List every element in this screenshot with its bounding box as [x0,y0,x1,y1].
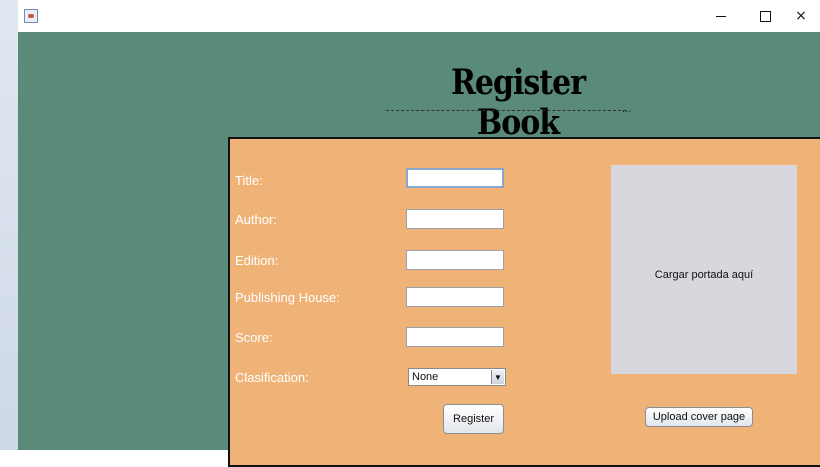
author-label: Author: [235,212,277,227]
clasification-selected-value: None [412,371,439,383]
upload-cover-button[interactable]: Upload cover page [645,407,753,427]
desktop-background-strip [0,0,18,450]
publishing-house-field[interactable] [406,287,504,307]
title-underline-dots: ... [622,104,632,115]
clasification-label: Clasification: [235,370,309,385]
score-field[interactable] [406,327,504,347]
minimize-button[interactable] [698,0,744,32]
title-field[interactable] [406,168,504,188]
title-label: Title: [235,173,263,188]
author-field[interactable] [406,209,504,229]
close-icon: × [795,8,807,24]
edition-label: Edition: [235,253,279,268]
maximize-icon [759,10,771,22]
cover-drop-zone[interactable]: Cargar portada aquí [611,165,797,374]
title-underline [386,110,626,111]
page-title: Register Book [450,62,586,144]
publishing-house-label: Publishing House: [235,290,340,305]
chevron-down-icon[interactable]: ▼ [491,370,504,384]
app-window: × Register Book ... Title: Author: Editi… [18,0,820,467]
cover-placeholder-text: Cargar portada aquí [654,269,754,281]
register-button[interactable]: Register [443,404,504,434]
main-content: Register Book ... Title: Author: Edition… [18,32,820,467]
register-form-panel: Title: Author: Edition: Publishing House… [228,137,820,467]
edition-field[interactable] [406,250,504,270]
java-app-icon [24,9,38,23]
clasification-select[interactable]: None ▼ [408,368,506,386]
title-bar: × [18,0,820,33]
minimize-icon [716,15,726,17]
close-button[interactable]: × [778,0,820,32]
score-label: Score: [235,330,273,345]
